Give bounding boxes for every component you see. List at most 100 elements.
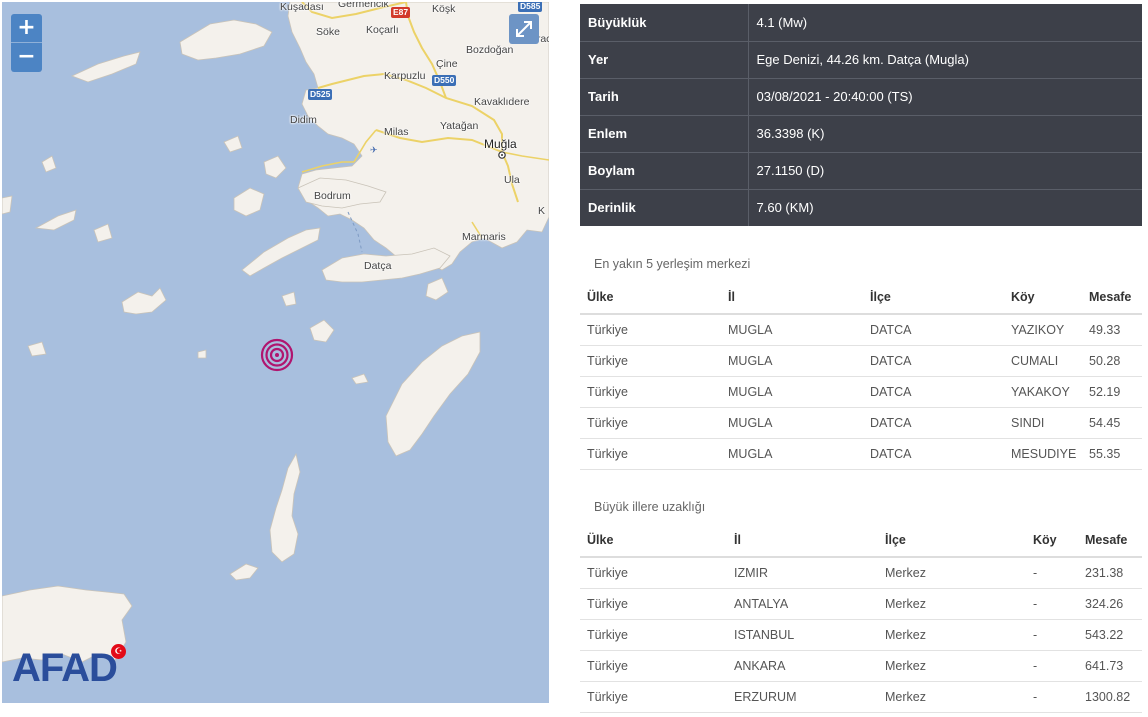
- table-cell: CUMALI: [1004, 345, 1082, 377]
- detail-key: Enlem: [580, 115, 749, 153]
- place-label: Yatağan: [440, 120, 479, 132]
- table-cell: Türkiye: [580, 438, 721, 470]
- zoom-in-button[interactable]: +: [11, 14, 42, 43]
- nearest-settlements-caption: En yakın 5 yerleşim merkezi: [594, 257, 751, 271]
- detail-key: Büyüklük: [580, 4, 749, 42]
- table-cell: SINDI: [1004, 407, 1082, 439]
- table-cell: DATCA: [863, 438, 1004, 470]
- place-label: Ula: [504, 174, 520, 186]
- table-cell: MUGLA: [721, 345, 863, 377]
- turkish-flag-icon: ☪: [111, 644, 126, 659]
- table-row: Türkiye ERZURUM Merkez -1300.82: [580, 681, 1142, 713]
- big-cities-caption: Büyük illere uzaklığı: [594, 500, 706, 514]
- place-label: Köşk: [432, 3, 456, 15]
- table-cell: MUGLA: [721, 376, 863, 408]
- detail-key: Tarih: [580, 78, 749, 116]
- column-header: İl: [727, 524, 878, 558]
- detail-value: 4.1 (Mw): [748, 4, 1142, 42]
- zoom-control: + −: [11, 14, 42, 72]
- afad-logo: AFAD ☪: [12, 644, 126, 688]
- table-cell: YAZIKOY: [1004, 314, 1082, 346]
- column-header: İlçe: [863, 281, 1004, 315]
- table-cell: Merkez: [878, 650, 1026, 682]
- table-cell: IZMIR: [727, 557, 878, 589]
- place-label: Muğla: [484, 137, 517, 151]
- place-label: Datça: [364, 260, 392, 272]
- table-cell: 324.26: [1078, 588, 1142, 620]
- map-view[interactable]: ✈ Kuşadası Germencik Köşk Söke Koçarlı B…: [2, 2, 549, 703]
- table-cell: DATCA: [863, 376, 1004, 408]
- column-header: Köy: [1026, 524, 1078, 558]
- place-label: Karpuzlu: [384, 70, 426, 82]
- table-cell: ANKARA: [727, 650, 878, 682]
- place-label: Kuşadası: [280, 2, 324, 13]
- table-cell: -: [1026, 619, 1078, 651]
- zoom-out-button[interactable]: −: [11, 43, 42, 72]
- road-shield: D550: [432, 75, 457, 86]
- nearest-settlements-table: Ülke İl İlçe Köy Mesafe Türkiye MUGLA DATC…: [580, 281, 1142, 470]
- place-label: Bodrum: [314, 190, 351, 202]
- place-label: Bozdoğan: [466, 44, 514, 56]
- detail-value: 27.1150 (D): [748, 152, 1142, 190]
- detail-row: Yer Ege Denizi, 44.26 km. Datça (Mugla): [580, 41, 1142, 79]
- table-cell: -: [1026, 557, 1078, 589]
- detail-value: 03/08/2021 - 20:40:00 (TS): [748, 78, 1142, 116]
- table-cell: MUGLA: [721, 438, 863, 470]
- table-cell: Türkiye: [580, 588, 727, 620]
- table-cell: Türkiye: [580, 681, 727, 713]
- fullscreen-button[interactable]: [509, 14, 539, 44]
- table-cell: DATCA: [863, 407, 1004, 439]
- table-cell: Türkiye: [580, 557, 727, 589]
- table-cell: Türkiye: [580, 650, 727, 682]
- table-row: Türkiye ANTALYA Merkez -324.26: [580, 588, 1142, 620]
- road-shield: D525: [308, 89, 333, 100]
- column-header: Ülke: [580, 524, 727, 558]
- table-cell: 55.35: [1082, 438, 1142, 470]
- table-row: Türkiye MUGLA DATCA CUMALI 50.28: [580, 345, 1142, 377]
- table-cell: 49.33: [1082, 314, 1142, 346]
- table-cell: -: [1026, 588, 1078, 620]
- detail-value: 36.3398 (K): [748, 115, 1142, 153]
- place-label: Didim: [290, 114, 317, 126]
- table-row: Türkiye IZMIR Merkez -231.38: [580, 557, 1142, 589]
- epicenter-marker[interactable]: [260, 338, 294, 372]
- detail-key: Boylam: [580, 152, 749, 190]
- table-cell: Türkiye: [580, 345, 721, 377]
- expand-icon: [516, 21, 532, 37]
- table-cell: Merkez: [878, 619, 1026, 651]
- table-header-row: Ülke İl İlçe Köy Mesafe: [580, 281, 1142, 315]
- detail-value: Ege Denizi, 44.26 km. Datça (Mugla): [748, 41, 1142, 79]
- place-label: Milas: [384, 126, 409, 138]
- place-label: Germencik: [338, 2, 389, 10]
- table-cell: Türkiye: [580, 407, 721, 439]
- table-cell: Merkez: [878, 588, 1026, 620]
- table-cell: 50.28: [1082, 345, 1142, 377]
- table-cell: Türkiye: [580, 619, 727, 651]
- table-cell: 54.45: [1082, 407, 1142, 439]
- column-header: Ülke: [580, 281, 721, 315]
- table-cell: MESUDIYE: [1004, 438, 1082, 470]
- table-row: Türkiye ANKARA Merkez -641.73: [580, 650, 1142, 682]
- earthquake-details-table: Büyüklük 4.1 (Mw) Yer Ege Denizi, 44.26 km…: [580, 4, 1142, 226]
- column-header: Mesafe: [1082, 281, 1142, 315]
- big-cities-table: Ülke İl İlçe Köy Mesafe Türkiye IZMIR Merk…: [580, 524, 1142, 713]
- table-cell: ISTANBUL: [727, 619, 878, 651]
- table-row: Türkiye MUGLA DATCA MESUDIYE 55.35: [580, 438, 1142, 470]
- table-cell: Merkez: [878, 557, 1026, 589]
- column-header: İlçe: [878, 524, 1026, 558]
- road-shield: E87: [391, 7, 411, 18]
- place-label: Çine: [436, 58, 458, 70]
- table-header-row: Ülke İl İlçe Köy Mesafe: [580, 524, 1142, 558]
- place-label: Marmaris: [462, 231, 506, 243]
- column-header: İl: [721, 281, 863, 315]
- table-cell: -: [1026, 650, 1078, 682]
- table-cell: -: [1026, 681, 1078, 713]
- table-cell: 641.73: [1078, 650, 1142, 682]
- table-cell: Merkez: [878, 681, 1026, 713]
- table-cell: ANTALYA: [727, 588, 878, 620]
- place-label: K: [538, 205, 546, 217]
- road-shield: D585: [518, 2, 543, 12]
- detail-row: Enlem 36.3398 (K): [580, 115, 1142, 153]
- table-cell: MUGLA: [721, 407, 863, 439]
- column-header: Mesafe: [1078, 524, 1142, 558]
